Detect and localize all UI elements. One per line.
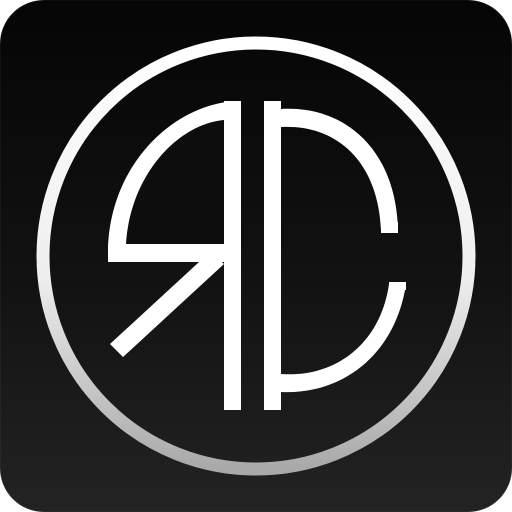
reversed-r-glyph: [108, 101, 241, 410]
c-glyph: [264, 101, 406, 410]
app-icon-tile[interactable]: [0, 0, 512, 512]
outer-ring: [36, 36, 476, 476]
rc-monogram-logo-icon: [36, 36, 476, 476]
